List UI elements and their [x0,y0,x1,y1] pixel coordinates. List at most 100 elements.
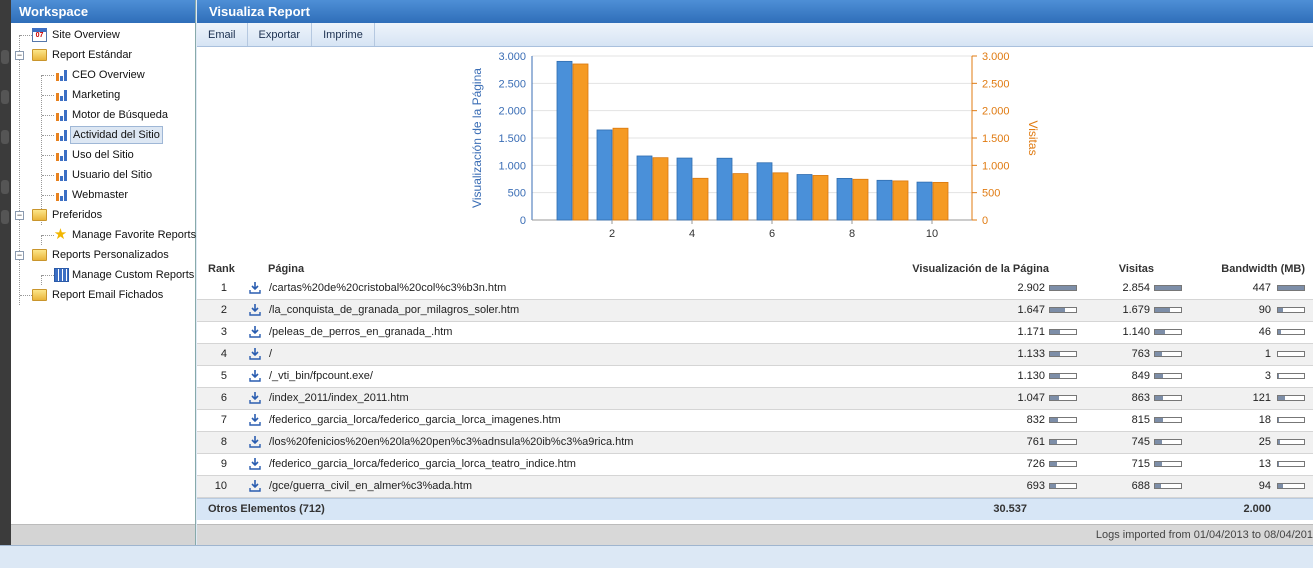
collapse-toggle-icon[interactable]: − [15,251,24,260]
download-icon[interactable] [248,435,262,449]
page-link[interactable]: /index_2011/index_2011.htm [269,392,409,404]
views-cell: 761 [1026,436,1045,448]
visits-bar [1154,329,1182,335]
sidebar-item-usuario-del-sitio[interactable]: Usuario del Sitio [11,165,195,185]
page-link[interactable]: /_vti_bin/fpcount.exe/ [269,370,373,382]
table-row[interactable]: 1/cartas%20de%20cristobal%20col%c3%b3n.h… [197,278,1313,300]
visits-bar [1154,351,1182,357]
page-link[interactable]: /gce/guerra_civil_en_almer%c3%ada.htm [269,480,472,492]
sidebar-item-label: Preferidos [52,209,103,221]
table-row[interactable]: 10/gce/guerra_civil_en_almer%c3%ada.htm 6… [197,476,1313,498]
sidebar-item-label: Report Email Fichados [52,289,164,301]
sidebar-item-actividad-del-sitio[interactable]: Actividad del Sitio [11,125,195,145]
bar-visits [692,177,709,221]
page-link[interactable]: /federico_garcia_lorca/federico_garcia_l… [269,458,576,470]
sidebar-item-manage-favorite-reports[interactable]: ★ Manage Favorite Reports [11,225,196,245]
bar-chart-icon [54,108,69,122]
status-footer: Logs imported from 01/04/2013 to 08/04/2… [197,524,1313,545]
sidebar-title: Workspace [11,0,195,23]
table-row[interactable]: 2/la_conquista_de_granada_por_milagros_s… [197,300,1313,322]
download-icon[interactable] [248,479,262,493]
others-views: 30.537 [993,503,1027,515]
table-row[interactable]: 5 /_vti_bin/fpcount.exe/1.130 849 3 [197,366,1313,388]
download-icon[interactable] [248,281,262,295]
sidebar-item-site-overview[interactable]: 07 Site Overview [11,25,195,45]
y-right-tick-label: 1.000 [982,160,1010,172]
header-page[interactable]: Página [268,263,304,275]
download-icon[interactable] [248,457,262,471]
rank-cell: 7 [220,414,227,426]
export-button[interactable]: Exportar [248,23,313,46]
header-bandwidth[interactable]: Bandwidth (MB) [1221,263,1305,275]
visits-cell: 863 [1131,392,1150,404]
sidebar-item-uso-del-sitio[interactable]: Uso del Sitio [11,145,195,165]
collapse-toggle-icon[interactable]: − [15,51,24,60]
y-right-axis-title: Visitas [1026,120,1040,155]
sidebar-item-marketing[interactable]: Marketing [11,85,195,105]
bar-views [676,157,693,221]
rank-cell: 6 [220,392,227,404]
report-toolbar: Email Exportar Imprime [197,23,1313,47]
bandwidth-bar [1277,461,1305,467]
views-cell: 726 [1026,458,1045,470]
x-tick-label: 4 [689,228,695,240]
visits-cell: 1.679 [1122,304,1150,316]
rank-cell: 5 [220,370,227,382]
sidebar-item-motor-de-busqueda[interactable]: Motor de Búsqueda [11,105,195,125]
bar-views [876,179,893,221]
sidebar-item-report-email-fichados[interactable]: Report Email Fichados [11,285,195,305]
sidebar-item-reports-personalizados[interactable]: − Reports Personalizados [11,245,195,265]
views-bar [1049,395,1077,401]
visits-bar [1154,483,1182,489]
rank-cell: 10 [214,480,227,492]
rank-cell: 4 [220,348,227,360]
visits-cell: 815 [1131,414,1150,426]
page-link[interactable]: /la_conquista_de_granada_por_milagros_so… [269,304,519,316]
print-button[interactable]: Imprime [312,23,375,46]
sidebar-item-ceo-overview[interactable]: CEO Overview [11,65,195,85]
header-visits[interactable]: Visitas [1119,263,1154,275]
views-bar [1049,351,1077,357]
bar-chart-icon [54,168,69,182]
table-row[interactable]: 7/federico_garcia_lorca/federico_garcia_… [197,410,1313,432]
views-bar [1049,373,1077,379]
visits-bar [1154,395,1182,401]
views-cell: 1.647 [1017,304,1045,316]
header-views[interactable]: Visualización de la Página [912,263,1049,275]
table-row[interactable]: 3/peleas_de_perros_en_granada_.htm 1.171 1… [197,322,1313,344]
page-link[interactable]: /cartas%20de%20cristobal%20col%c3%b3n.ht… [269,282,506,294]
download-icon[interactable] [248,369,262,383]
table-row[interactable]: 6/index_2011/index_2011.htm 1.047 863 121 [197,388,1313,410]
visits-cell: 763 [1131,348,1150,360]
download-icon[interactable] [248,413,262,427]
bandwidth-bar [1277,439,1305,445]
page-link[interactable]: /peleas_de_perros_en_granada_.htm [269,326,452,338]
collapse-toggle-icon[interactable]: − [15,211,24,220]
header-rank[interactable]: Rank [208,263,235,275]
bar-visits [652,157,669,221]
download-icon[interactable] [248,391,262,405]
bar-chart-icon [54,128,69,142]
page-link[interactable]: /federico_garcia_lorca/federico_garcia_l… [269,414,561,426]
download-icon[interactable] [248,347,262,361]
sidebar-item-manage-custom-reports[interactable]: Manage Custom Reports [11,265,195,285]
table-row[interactable]: 8/los%20fenicios%20en%20la%20pen%c3%adns… [197,432,1313,454]
views-cell: 1.047 [1017,392,1045,404]
table-row[interactable]: 9/federico_garcia_lorca/federico_garcia_… [197,454,1313,476]
email-button[interactable]: Email [197,23,248,46]
page-link[interactable]: /los%20fenicios%20en%20la%20pen%c3%adnsu… [269,436,633,448]
grid-icon [54,268,69,282]
download-icon[interactable] [248,303,262,317]
page-link[interactable]: / [269,348,272,360]
y-right-tick-label: 500 [982,188,1000,200]
sidebar-item-label: Uso del Sitio [72,149,134,161]
download-icon[interactable] [248,325,262,339]
sidebar-item-webmaster[interactable]: Webmaster [11,185,195,205]
visits-bar [1154,307,1182,313]
table-row[interactable]: 4 / 1.133 763 1 [197,344,1313,366]
bandwidth-cell: 447 [1252,282,1271,294]
y-left-tick-label: 2.000 [498,106,526,118]
views-cell: 1.133 [1017,348,1045,360]
sidebar-item-preferidos[interactable]: − Preferidos [11,205,195,225]
sidebar-item-report-estandar[interactable]: − Report Estándar [11,45,195,65]
